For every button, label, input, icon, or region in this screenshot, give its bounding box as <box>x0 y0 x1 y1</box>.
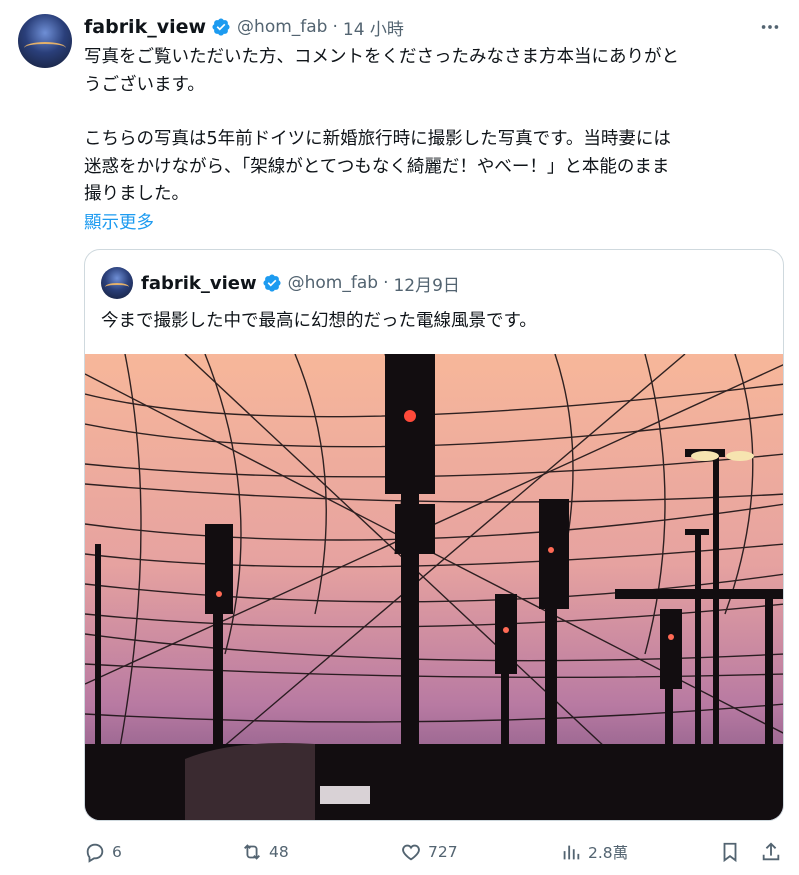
bookmark-button[interactable] <box>719 836 741 868</box>
tweet-text-line: うございます。 <box>84 74 205 95</box>
share-button[interactable] <box>760 836 782 868</box>
tweet-header: fabrik_view @hom_fab · 14 小時 <box>84 13 404 41</box>
author-avatar[interactable] <box>18 14 72 68</box>
tweet-time[interactable]: 14 小時 <box>343 15 404 40</box>
quoted-tweet[interactable]: fabrik_view @hom_fab · 12月9日 今まで撮影した中で最高… <box>84 249 784 821</box>
share-icon <box>762 842 780 861</box>
tweet-text-line: 写真をご覧いただいた方、コメントをくださったみなさま方本当にありがと <box>84 47 679 67</box>
retweet-button[interactable]: 48 <box>241 836 289 868</box>
show-more-link[interactable]: 顯示更多 <box>84 209 154 234</box>
verified-badge-icon <box>212 18 230 36</box>
reply-count: 6 <box>112 843 122 861</box>
views-button[interactable]: 2.8萬 <box>560 836 628 868</box>
quoted-author-handle: @hom_fab <box>287 273 379 293</box>
bookmark-icon <box>723 842 737 863</box>
quoted-tweet-header: fabrik_view @hom_fab · 12月9日 <box>141 270 460 296</box>
separator-dot: · <box>383 273 389 293</box>
more-options-button[interactable] <box>753 12 787 42</box>
action-bar: 6 48 727 2.8萬 <box>84 836 789 868</box>
separator-dot: · <box>332 17 338 37</box>
reply-icon <box>86 843 104 863</box>
retweet-icon <box>244 844 260 860</box>
tweet-body: 写真をご覧いただいた方、コメントをくださったみなさま方本当にありがと うございま… <box>84 44 784 209</box>
more-dots-icon <box>761 25 779 29</box>
quoted-author-avatar <box>101 267 133 299</box>
author-name[interactable]: fabrik_view <box>84 16 206 38</box>
retweet-count: 48 <box>269 843 289 861</box>
views-count: 2.8萬 <box>588 844 629 862</box>
tweet-text-line: 迷惑をかけながら、「架線がとてつもなく綺麗だ！やべー！」と本能のまま <box>84 156 670 177</box>
quoted-tweet-photo[interactable] <box>85 354 784 821</box>
author-handle[interactable]: @hom_fab <box>237 17 327 37</box>
verified-badge-icon <box>263 274 281 292</box>
like-count: 727 <box>428 843 458 861</box>
quoted-tweet-time: 12月9日 <box>393 275 460 296</box>
like-button[interactable]: 727 <box>400 836 458 868</box>
heart-icon <box>402 844 420 861</box>
quoted-tweet-text: 今まで撮影した中で最高に幻想的だった電線風景です。 <box>101 311 537 331</box>
reply-button[interactable]: 6 <box>84 836 122 868</box>
tweet-text-line: こちらの写真は5年前ドイツに新婚旅行時に撮影した写真です。当時妻には <box>84 129 671 149</box>
tweet-text-line: 撮りました。 <box>84 184 189 204</box>
views-icon <box>563 845 580 860</box>
quoted-author-name: fabrik_view <box>141 272 257 294</box>
